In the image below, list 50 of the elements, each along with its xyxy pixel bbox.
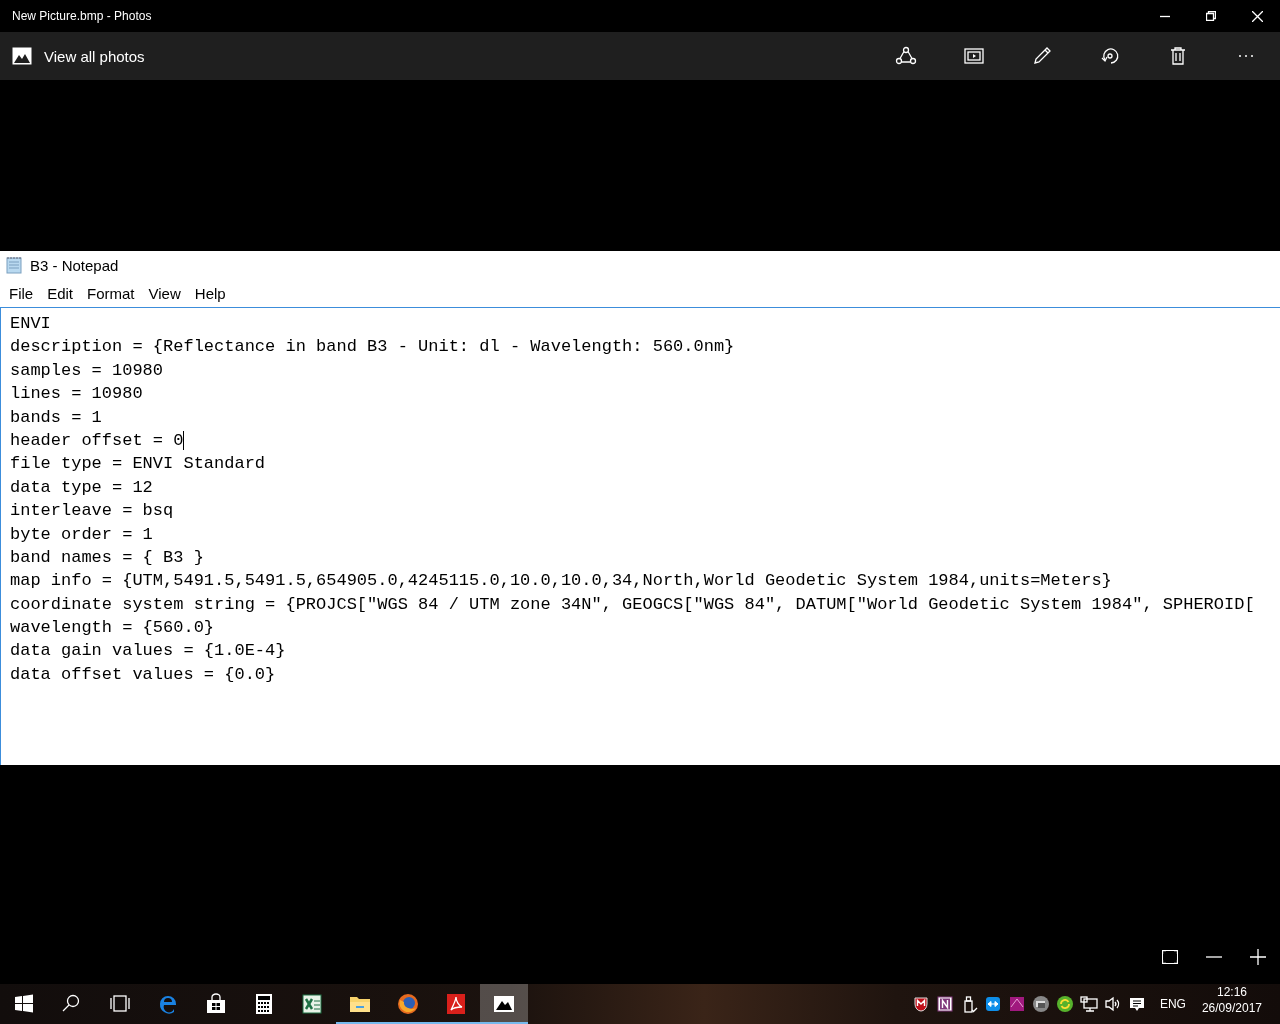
notebook-icon[interactable] [935,995,954,1013]
network-icon[interactable] [1079,995,1098,1013]
text-line: lines = 10980 [10,383,143,406]
speaker-icon[interactable] [1103,995,1122,1013]
menu-item[interactable]: Edit [40,282,81,304]
clock[interactable]: 12:16 26/09/2017 [1193,984,1270,1024]
clock-time: 12:16 [1216,984,1247,1000]
text-editor[interactable] [0,307,1280,765]
document-icon [444,992,468,1016]
view-all-photos-link[interactable]: View all photos [12,43,145,69]
window-title: New Picture.bmp - Photos [11,9,153,23]
text-line: band names = { B3 } [10,546,204,569]
language-indicator[interactable]: ENG [1151,984,1194,1024]
restore-icon [1206,11,1216,21]
text-line: map info = {UTM,5491.5,5491.5,654905.0,4245115.0,10.0,10.0,34,North,World Geodetic System 1984,units=Meters} [10,570,1112,593]
menu-item[interactable]: View [141,282,188,304]
notepad-title: B3 - Notepad [30,256,119,274]
menu-item[interactable]: Help [187,282,233,304]
shield-icon[interactable] [911,995,930,1013]
menu-item[interactable]: Format [80,282,142,304]
minus-icon [1206,956,1222,958]
taskbar-button[interactable] [480,984,528,1024]
app-icon[interactable] [1007,995,1026,1013]
notepad-icon [6,256,22,274]
text-line: bands = 1 [10,406,102,429]
text-line: data gain values = {1.0E-4} [10,640,286,663]
text-line: data type = 12 [10,476,153,499]
text-line: wavelength = {560.0} [10,617,215,640]
full-screen-icon [1162,950,1178,964]
text-line: byte order = 1 [10,523,153,546]
text-line: data offset values = {0.0} [10,663,276,686]
clock-date: 26/09/2017 [1201,1000,1262,1016]
plus-icon [1250,949,1266,965]
image-icon [12,47,32,65]
text-line: interleave = bsq [10,500,174,523]
text-line: header offset = 0 [10,429,184,452]
arrows-icon[interactable] [983,995,1002,1013]
close-icon [1251,10,1263,22]
text-line: coordinate system string = {PROJCS["WGS 84 / UTM zone 34N", GEOGCS["WGS 84", DATUM["World Geodetic System 1984", SPHEROID[ [10,593,1255,616]
text-line: ENVI [10,313,51,335]
message-icon[interactable] [1127,995,1146,1013]
globe-icon [396,992,420,1016]
text-line: samples = 10980 [10,359,164,382]
sync-icon[interactable] [1055,995,1074,1013]
shopping-bag-icon [204,992,228,1016]
menu-item[interactable]: File [2,282,41,304]
windows-stack-icon[interactable] [1031,995,1050,1013]
text-line: description = {Reflectance in band B3 - Unit: dl - Wavelength: 560.0nm} [10,336,735,359]
spreadsheet-icon [300,992,324,1016]
text-line: file type = ENVI Standard [10,453,266,476]
